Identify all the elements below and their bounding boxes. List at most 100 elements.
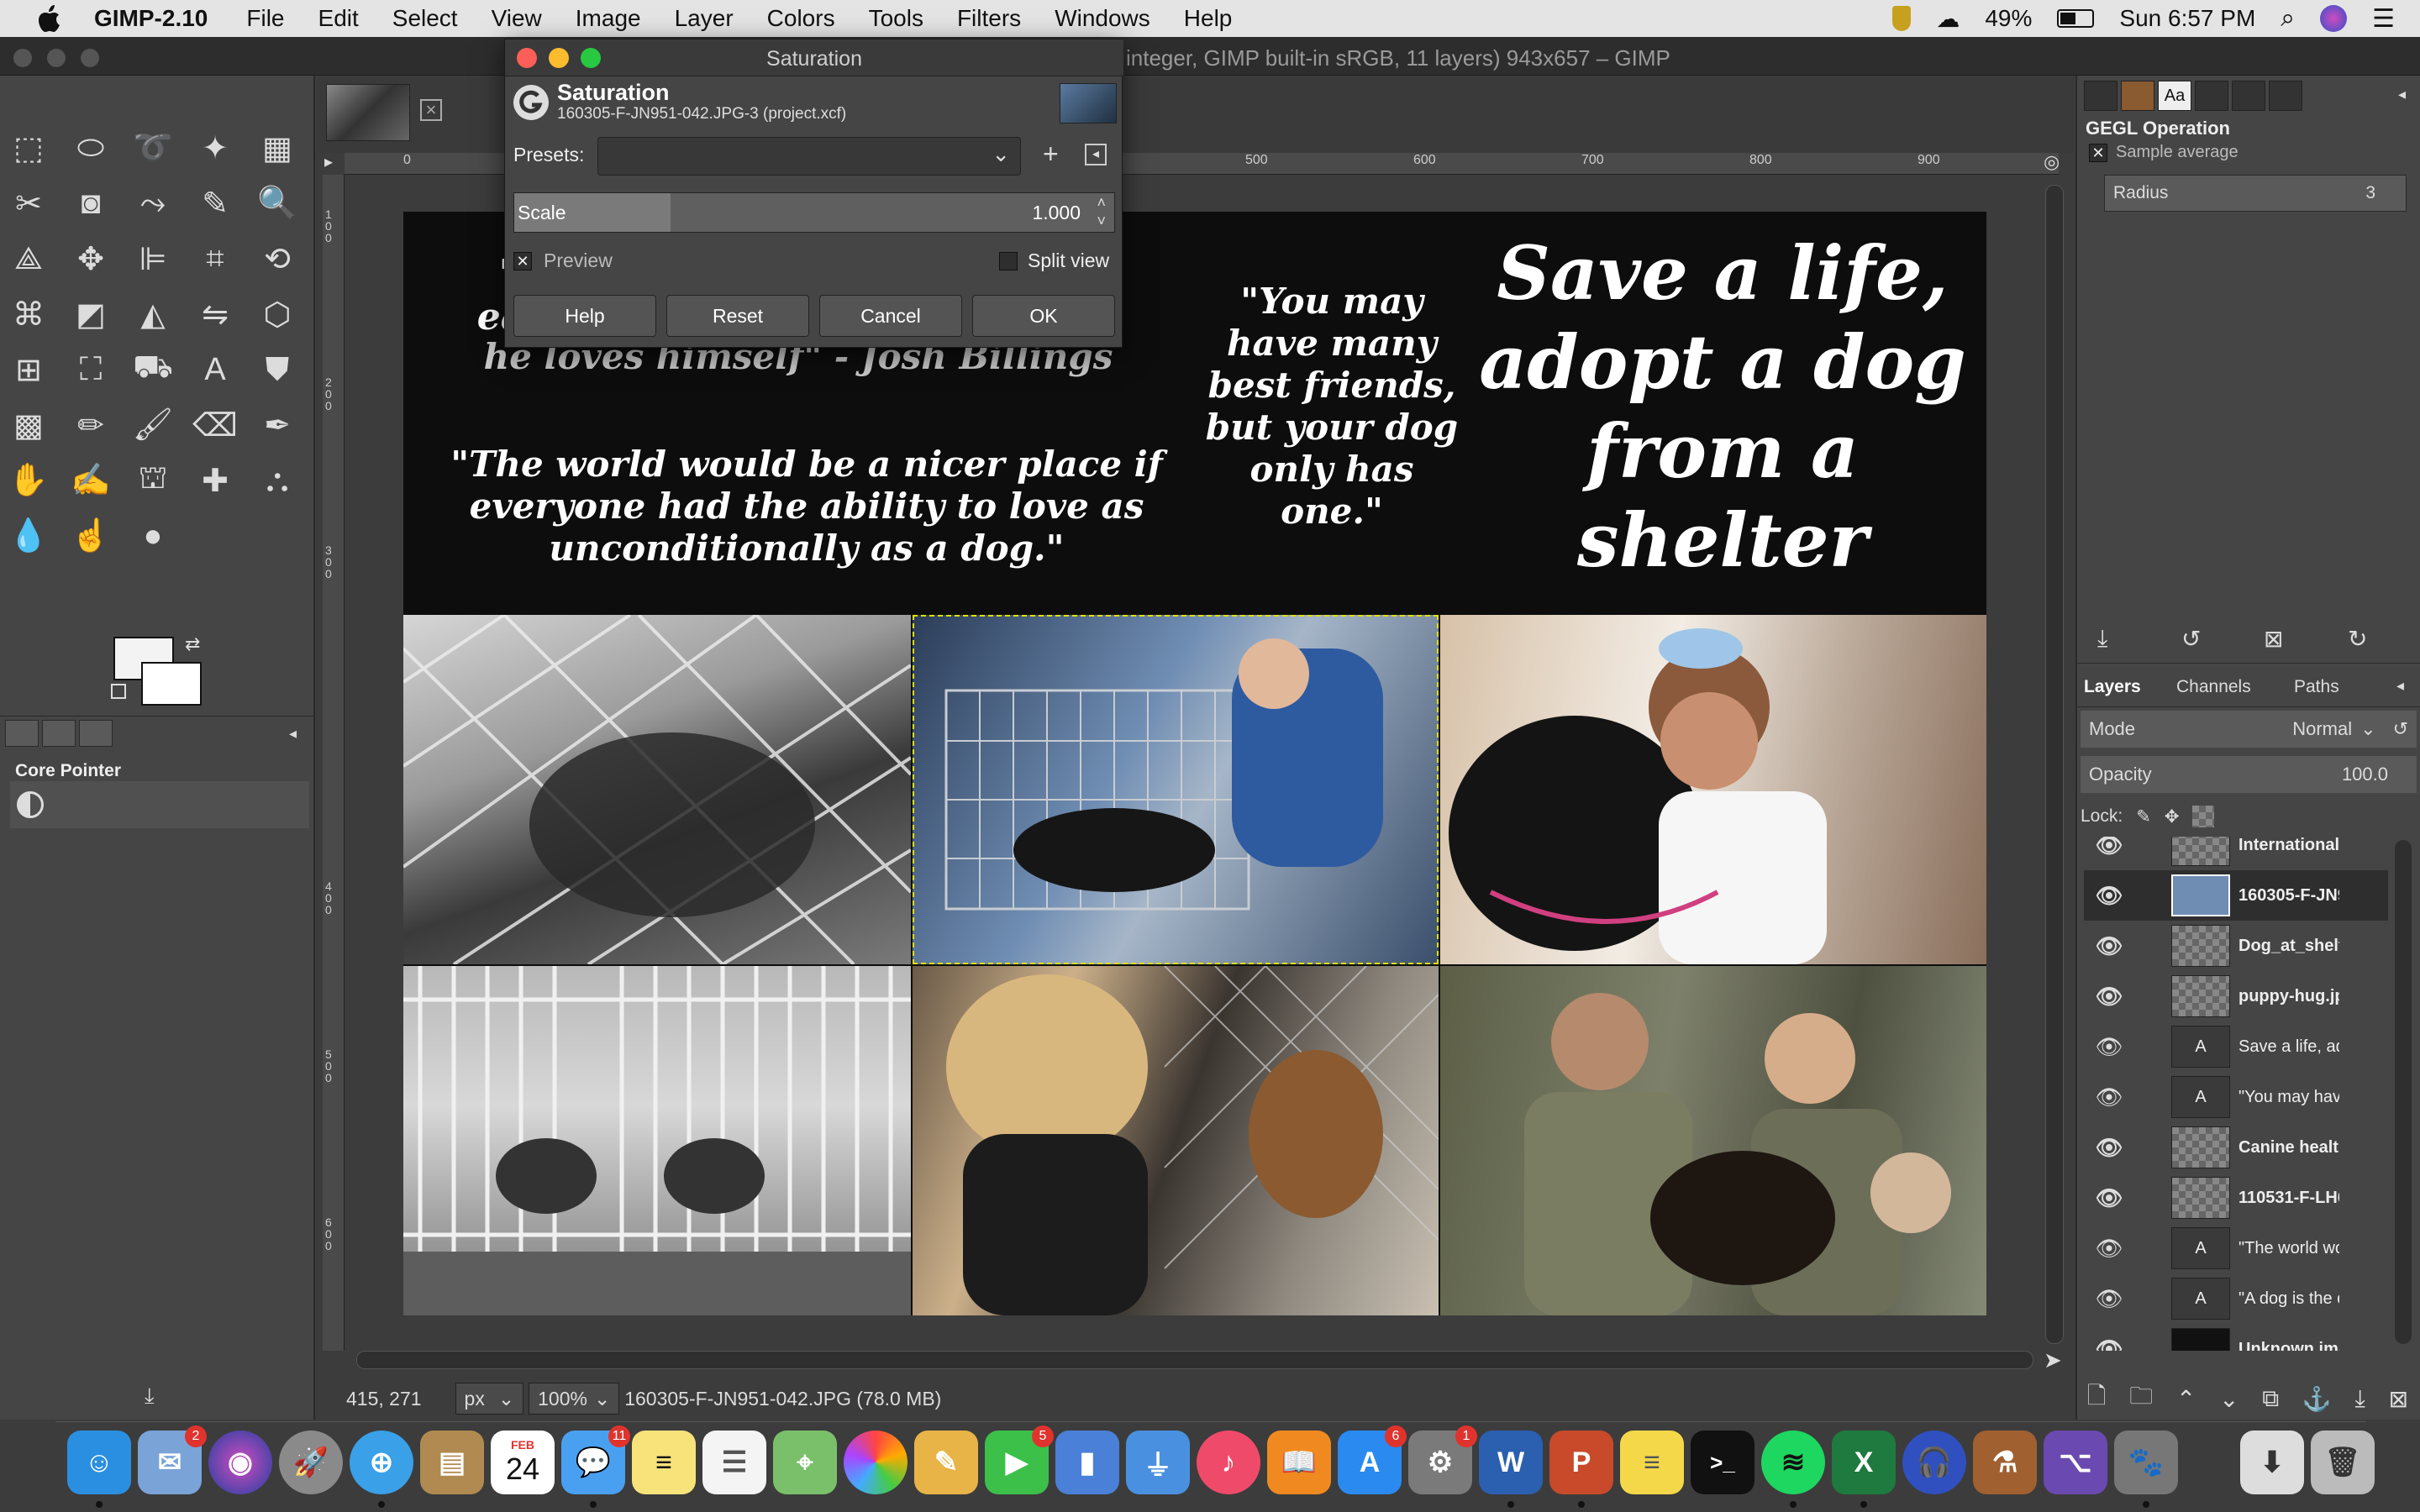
- measure-icon[interactable]: ⟁: [5, 235, 52, 282]
- lock-pixels-icon[interactable]: ✎: [2136, 806, 2151, 827]
- handle-transform-icon[interactable]: ⛶: [67, 346, 114, 393]
- preview-checkbox[interactable]: ✕: [513, 251, 532, 270]
- image-tab-thumbnail[interactable]: [326, 84, 410, 141]
- unit-select[interactable]: px ⌄: [455, 1383, 524, 1415]
- clock[interactable]: Sun 6:57 PM: [2119, 5, 2255, 32]
- layer-row[interactable]: 👁 A Save a life, ado: [2084, 1021, 2388, 1072]
- fonts-tab-icon[interactable]: Aa: [2158, 81, 2191, 111]
- messages-icon[interactable]: 💬 11: [561, 1425, 630, 1508]
- mail-icon[interactable]: ✉ 2: [138, 1425, 207, 1494]
- split-view-checkbox[interactable]: [999, 251, 1018, 270]
- quick-mask-toggle-icon[interactable]: ▸: [324, 151, 333, 172]
- lower-layer-icon[interactable]: ⌄: [2219, 1385, 2238, 1413]
- facetime-icon[interactable]: ▶ 5: [985, 1425, 1054, 1494]
- menu-select[interactable]: Select: [392, 5, 458, 32]
- clone-icon[interactable]: ⛫: [129, 457, 176, 504]
- dodge-burn-icon[interactable]: ●: [129, 512, 176, 559]
- menu-colors[interactable]: Colors: [767, 5, 835, 32]
- split-view-toggle[interactable]: Split view: [999, 249, 1109, 272]
- images-tab-icon[interactable]: [79, 720, 113, 747]
- opacity-spinner[interactable]: Opacity 100.0: [2081, 756, 2417, 793]
- heal-icon[interactable]: ✚: [192, 457, 239, 504]
- app-store-icon[interactable]: A6: [1338, 1425, 1407, 1494]
- preview-toggle[interactable]: ✕ Preview: [513, 249, 613, 272]
- finder-icon[interactable]: ☺: [67, 1431, 131, 1508]
- tab-layers[interactable]: Layers: [2084, 677, 2141, 697]
- shear-icon[interactable]: ◩: [67, 291, 114, 338]
- layers-scrollbar[interactable]: [2395, 840, 2412, 1344]
- layer-row[interactable]: 👁 110531-F-LH6: [2084, 1173, 2388, 1223]
- photos-icon[interactable]: [844, 1431, 908, 1494]
- sample-average-option[interactable]: ✕ Sample average: [2089, 143, 2238, 162]
- layer-row[interactable]: 👁 Internationale: [2084, 837, 2388, 870]
- restore-options-icon[interactable]: ↺: [2181, 625, 2201, 653]
- layer-row[interactable]: 👁 Dog_at_shelte: [2084, 921, 2388, 971]
- select-by-color-icon[interactable]: ▦: [254, 124, 301, 171]
- window-close-button[interactable]: [13, 49, 32, 67]
- menu-file[interactable]: File: [246, 5, 284, 32]
- layer-row[interactable]: 👁 A "A dog is the c: [2084, 1273, 2388, 1324]
- vertical-scrollbar[interactable]: [2045, 185, 2064, 1344]
- ellipse-select-icon[interactable]: ⬭: [67, 124, 114, 171]
- reset-colors-icon[interactable]: [111, 684, 126, 699]
- visibility-eye-icon[interactable]: 👁: [2084, 1084, 2134, 1110]
- reset-mode-icon[interactable]: ↺: [2393, 718, 2408, 740]
- powerpoint-icon[interactable]: P: [1549, 1431, 1613, 1508]
- layer-row-selected[interactable]: 👁 160305-F-JN9: [2084, 870, 2388, 921]
- zoom-icon[interactable]: 🔍: [254, 180, 301, 227]
- spin-down-icon[interactable]: ˅: [1097, 212, 1106, 230]
- cancel-button[interactable]: Cancel: [819, 295, 962, 337]
- safari-icon[interactable]: ⊕: [350, 1431, 413, 1508]
- visibility-eye-icon[interactable]: 👁: [2084, 1185, 2134, 1211]
- paintbrush-icon[interactable]: 🖌: [129, 402, 176, 449]
- visibility-eye-icon[interactable]: 👁: [2084, 984, 2134, 1010]
- menu-image[interactable]: Image: [576, 5, 641, 32]
- tab-channels[interactable]: Channels: [2176, 677, 2251, 697]
- tool-presets-tab-icon[interactable]: [2195, 81, 2228, 111]
- visibility-eye-icon[interactable]: 👁: [2084, 1236, 2134, 1262]
- restore-defaults-icon[interactable]: ⤓: [145, 1383, 155, 1410]
- menu-edit[interactable]: Edit: [318, 5, 359, 32]
- spotify-icon[interactable]: ≋: [1761, 1431, 1825, 1508]
- downloads-stack-icon[interactable]: ⬇: [2240, 1431, 2304, 1494]
- new-layer-group-icon[interactable]: 🗀: [2129, 1378, 2153, 1419]
- spin-up-icon[interactable]: ˄: [1097, 193, 1106, 212]
- gegl-tab-icon[interactable]: [2269, 81, 2302, 111]
- excel-icon[interactable]: X: [1832, 1431, 1896, 1508]
- apple-icon[interactable]: [32, 4, 66, 33]
- panel-menu-icon[interactable]: ◂: [2398, 86, 2406, 103]
- align-icon[interactable]: ⊫: [129, 235, 176, 282]
- gradients-tab-icon[interactable]: [2232, 81, 2265, 111]
- battery-icon[interactable]: [2057, 9, 2095, 28]
- visibility-eye-icon[interactable]: 👁: [2084, 1135, 2134, 1161]
- perspective-icon[interactable]: ◭: [129, 291, 176, 338]
- delete-options-icon[interactable]: ⊠: [2264, 625, 2283, 653]
- patterns-tab-icon[interactable]: [2121, 81, 2154, 111]
- navigate-icon[interactable]: ➤: [2044, 1347, 2062, 1373]
- layer-row[interactable]: 👁 puppy-hug.jpg: [2084, 971, 2388, 1021]
- cage-transform-icon[interactable]: ⊞: [5, 346, 52, 393]
- music-icon[interactable]: ♪: [1197, 1431, 1260, 1494]
- lock-alpha-icon[interactable]: [2192, 806, 2215, 827]
- crop-icon[interactable]: ⌗: [192, 235, 239, 282]
- terminal-icon[interactable]: >_: [1691, 1431, 1754, 1494]
- vertical-ruler[interactable]: 100 200 300 400 500 600: [323, 175, 345, 1351]
- gimp-icon[interactable]: 🐾: [2114, 1431, 2178, 1508]
- undo-history-tab-icon[interactable]: [42, 720, 76, 747]
- perspective-clone-icon[interactable]: ⛬: [254, 457, 301, 504]
- new-layer-icon[interactable]: 🗋: [2087, 1378, 2107, 1419]
- layer-row[interactable]: 👁 Unknown ima: [2084, 1324, 2388, 1351]
- potion-app-icon[interactable]: ⚗: [1973, 1431, 2037, 1494]
- notefile-icon[interactable]: ▤: [420, 1431, 484, 1494]
- text-tool-icon[interactable]: A: [192, 346, 239, 393]
- tool-options-tab-icon[interactable]: [5, 720, 39, 747]
- blur-icon[interactable]: 💧: [5, 512, 52, 559]
- ok-button[interactable]: OK: [972, 295, 1115, 337]
- brushes-tab-icon[interactable]: [2084, 81, 2118, 111]
- radius-spinner[interactable]: Radius 3: [2104, 175, 2407, 212]
- window-minimize-button[interactable]: [47, 49, 66, 67]
- stickies-icon[interactable]: ≡: [1620, 1431, 1684, 1494]
- flip-icon[interactable]: ⇋: [192, 291, 239, 338]
- layers-list[interactable]: 👁 Internationale 👁 160305-F-JN9 👁 Dog_at_sh…: [2084, 837, 2388, 1351]
- creative-cloud-icon[interactable]: ☁: [1936, 5, 1960, 33]
